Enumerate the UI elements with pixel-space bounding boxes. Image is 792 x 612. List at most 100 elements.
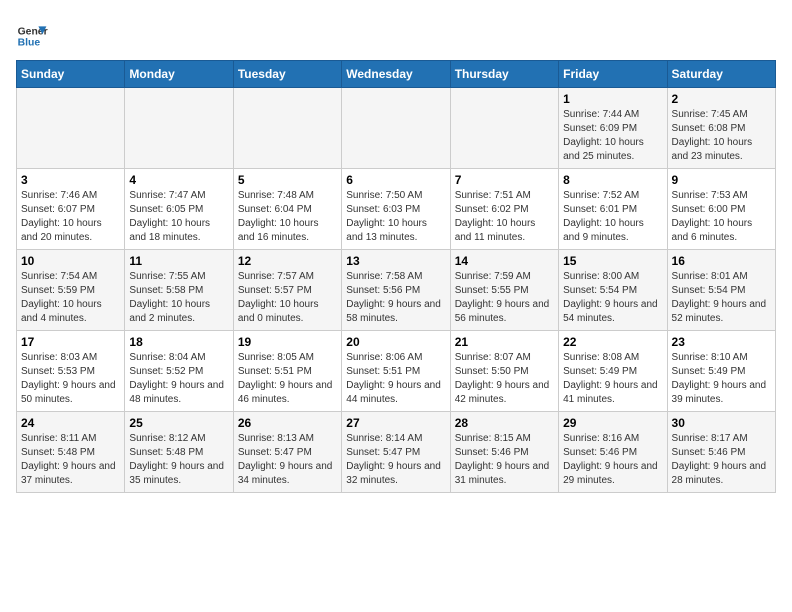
calendar-cell: 20 Sunrise: 8:06 AMSunset: 5:51 PMDayligh… <box>342 331 450 412</box>
calendar-cell: 29 Sunrise: 8:16 AMSunset: 5:46 PMDayligh… <box>559 412 667 493</box>
calendar-cell: 5 Sunrise: 7:48 AMSunset: 6:04 PMDaylight… <box>233 169 341 250</box>
calendar-cell: 25 Sunrise: 8:12 AMSunset: 5:48 PMDayligh… <box>125 412 233 493</box>
weekday-header: Friday <box>559 61 667 88</box>
day-number: 3 <box>21 173 120 187</box>
day-info: Sunrise: 8:04 AMSunset: 5:52 PMDaylight:… <box>129 351 228 407</box>
day-number: 6 <box>346 173 445 187</box>
day-info: Sunrise: 7:50 AMSunset: 6:03 PMDaylight:… <box>346 189 445 245</box>
calendar-cell: 10 Sunrise: 7:54 AMSunset: 5:59 PMDayligh… <box>17 250 125 331</box>
calendar-cell: 17 Sunrise: 8:03 AMSunset: 5:53 PMDayligh… <box>17 331 125 412</box>
calendar-table: SundayMondayTuesdayWednesdayThursdayFrid… <box>16 60 776 493</box>
calendar-cell <box>233 88 341 169</box>
calendar-cell: 11Sunrise: 7:55 AMSunset: 5:58 PMDayligh… <box>125 250 233 331</box>
day-info: Sunrise: 8:14 AMSunset: 5:47 PMDaylight:… <box>346 432 445 488</box>
day-number: 12 <box>238 254 337 268</box>
day-info: Sunrise: 7:52 AMSunset: 6:01 PMDaylight:… <box>563 189 662 245</box>
day-number: 9 <box>672 173 771 187</box>
day-number: 19 <box>238 335 337 349</box>
calendar-cell: 19 Sunrise: 8:05 AMSunset: 5:51 PMDayligh… <box>233 331 341 412</box>
day-number: 16 <box>672 254 771 268</box>
calendar-cell: 4Sunrise: 7:47 AMSunset: 6:05 PMDaylight… <box>125 169 233 250</box>
day-info: Sunrise: 8:13 AMSunset: 5:47 PMDaylight:… <box>238 432 337 488</box>
calendar-cell: 18 Sunrise: 8:04 AMSunset: 5:52 PMDayligh… <box>125 331 233 412</box>
day-info: Sunrise: 8:15 AMSunset: 5:46 PMDaylight:… <box>455 432 554 488</box>
day-info: Sunrise: 7:47 AMSunset: 6:05 PMDaylight:… <box>129 189 228 245</box>
day-info: Sunrise: 8:03 AMSunset: 5:53 PMDaylight:… <box>21 351 120 407</box>
weekday-header: Tuesday <box>233 61 341 88</box>
day-info: Sunrise: 7:45 AMSunset: 6:08 PMDaylight:… <box>672 108 771 164</box>
calendar-cell: 30 Sunrise: 8:17 AMSunset: 5:46 PMDayligh… <box>667 412 775 493</box>
calendar-cell: 21Sunrise: 8:07 AMSunset: 5:50 PMDayligh… <box>450 331 558 412</box>
day-number: 25 <box>129 416 228 430</box>
day-number: 10 <box>21 254 120 268</box>
day-info: Sunrise: 8:01 AMSunset: 5:54 PMDaylight:… <box>672 270 771 326</box>
calendar-cell: 7 Sunrise: 7:51 AMSunset: 6:02 PMDaylight… <box>450 169 558 250</box>
day-info: Sunrise: 8:16 AMSunset: 5:46 PMDaylight:… <box>563 432 662 488</box>
day-info: Sunrise: 7:53 AMSunset: 6:00 PMDaylight:… <box>672 189 771 245</box>
day-number: 28 <box>455 416 554 430</box>
day-number: 13 <box>346 254 445 268</box>
calendar-cell: 16 Sunrise: 8:01 AMSunset: 5:54 PMDayligh… <box>667 250 775 331</box>
calendar-cell <box>342 88 450 169</box>
day-info: Sunrise: 8:17 AMSunset: 5:46 PMDaylight:… <box>672 432 771 488</box>
calendar-cell <box>17 88 125 169</box>
day-number: 17 <box>21 335 120 349</box>
logo-icon: General Blue <box>16 20 48 52</box>
calendar-cell: 28 Sunrise: 8:15 AMSunset: 5:46 PMDayligh… <box>450 412 558 493</box>
calendar-cell <box>450 88 558 169</box>
day-info: Sunrise: 8:11 AMSunset: 5:48 PMDaylight:… <box>21 432 120 488</box>
calendar-cell: 13 Sunrise: 7:58 AMSunset: 5:56 PMDayligh… <box>342 250 450 331</box>
day-info: Sunrise: 7:48 AMSunset: 6:04 PMDaylight:… <box>238 189 337 245</box>
calendar-cell: 15 Sunrise: 8:00 AMSunset: 5:54 PMDayligh… <box>559 250 667 331</box>
day-info: Sunrise: 7:58 AMSunset: 5:56 PMDaylight:… <box>346 270 445 326</box>
day-number: 1 <box>563 92 662 106</box>
weekday-header: Saturday <box>667 61 775 88</box>
day-number: 27 <box>346 416 445 430</box>
day-number: 26 <box>238 416 337 430</box>
day-info: Sunrise: 8:00 AMSunset: 5:54 PMDaylight:… <box>563 270 662 326</box>
calendar-cell: 12 Sunrise: 7:57 AMSunset: 5:57 PMDayligh… <box>233 250 341 331</box>
calendar-cell: 27 Sunrise: 8:14 AMSunset: 5:47 PMDayligh… <box>342 412 450 493</box>
day-info: Sunrise: 8:05 AMSunset: 5:51 PMDaylight:… <box>238 351 337 407</box>
day-number: 30 <box>672 416 771 430</box>
day-number: 5 <box>238 173 337 187</box>
day-number: 20 <box>346 335 445 349</box>
calendar-cell: 3 Sunrise: 7:46 AMSunset: 6:07 PMDaylight… <box>17 169 125 250</box>
svg-text:Blue: Blue <box>18 38 41 49</box>
day-number: 24 <box>21 416 120 430</box>
calendar-cell: 14Sunrise: 7:59 AMSunset: 5:55 PMDayligh… <box>450 250 558 331</box>
day-number: 15 <box>563 254 662 268</box>
header: General Blue <box>16 16 776 52</box>
day-info: Sunrise: 7:57 AMSunset: 5:57 PMDaylight:… <box>238 270 337 326</box>
day-number: 7 <box>455 173 554 187</box>
calendar-cell: 6 Sunrise: 7:50 AMSunset: 6:03 PMDaylight… <box>342 169 450 250</box>
day-info: Sunrise: 8:08 AMSunset: 5:49 PMDaylight:… <box>563 351 662 407</box>
day-info: Sunrise: 7:44 AMSunset: 6:09 PMDaylight:… <box>563 108 662 164</box>
day-info: Sunrise: 7:46 AMSunset: 6:07 PMDaylight:… <box>21 189 120 245</box>
day-number: 11 <box>129 254 228 268</box>
day-info: Sunrise: 8:12 AMSunset: 5:48 PMDaylight:… <box>129 432 228 488</box>
day-number: 14 <box>455 254 554 268</box>
day-number: 8 <box>563 173 662 187</box>
calendar-cell: 8 Sunrise: 7:52 AMSunset: 6:01 PMDaylight… <box>559 169 667 250</box>
day-number: 22 <box>563 335 662 349</box>
weekday-header: Sunday <box>17 61 125 88</box>
calendar-cell: 26 Sunrise: 8:13 AMSunset: 5:47 PMDayligh… <box>233 412 341 493</box>
weekday-header: Thursday <box>450 61 558 88</box>
weekday-header: Wednesday <box>342 61 450 88</box>
calendar-cell: 9 Sunrise: 7:53 AMSunset: 6:00 PMDaylight… <box>667 169 775 250</box>
calendar-cell: 24 Sunrise: 8:11 AMSunset: 5:48 PMDayligh… <box>17 412 125 493</box>
calendar-cell: 1 Sunrise: 7:44 AMSunset: 6:09 PMDaylight… <box>559 88 667 169</box>
calendar-cell: 2Sunrise: 7:45 AMSunset: 6:08 PMDaylight… <box>667 88 775 169</box>
day-number: 23 <box>672 335 771 349</box>
day-info: Sunrise: 7:51 AMSunset: 6:02 PMDaylight:… <box>455 189 554 245</box>
day-number: 21 <box>455 335 554 349</box>
weekday-header: Monday <box>125 61 233 88</box>
day-info: Sunrise: 8:06 AMSunset: 5:51 PMDaylight:… <box>346 351 445 407</box>
calendar-cell: 23Sunrise: 8:10 AMSunset: 5:49 PMDayligh… <box>667 331 775 412</box>
day-number: 29 <box>563 416 662 430</box>
day-number: 18 <box>129 335 228 349</box>
logo: General Blue <box>16 20 48 52</box>
day-info: Sunrise: 7:54 AMSunset: 5:59 PMDaylight:… <box>21 270 120 326</box>
calendar-cell: 22 Sunrise: 8:08 AMSunset: 5:49 PMDayligh… <box>559 331 667 412</box>
